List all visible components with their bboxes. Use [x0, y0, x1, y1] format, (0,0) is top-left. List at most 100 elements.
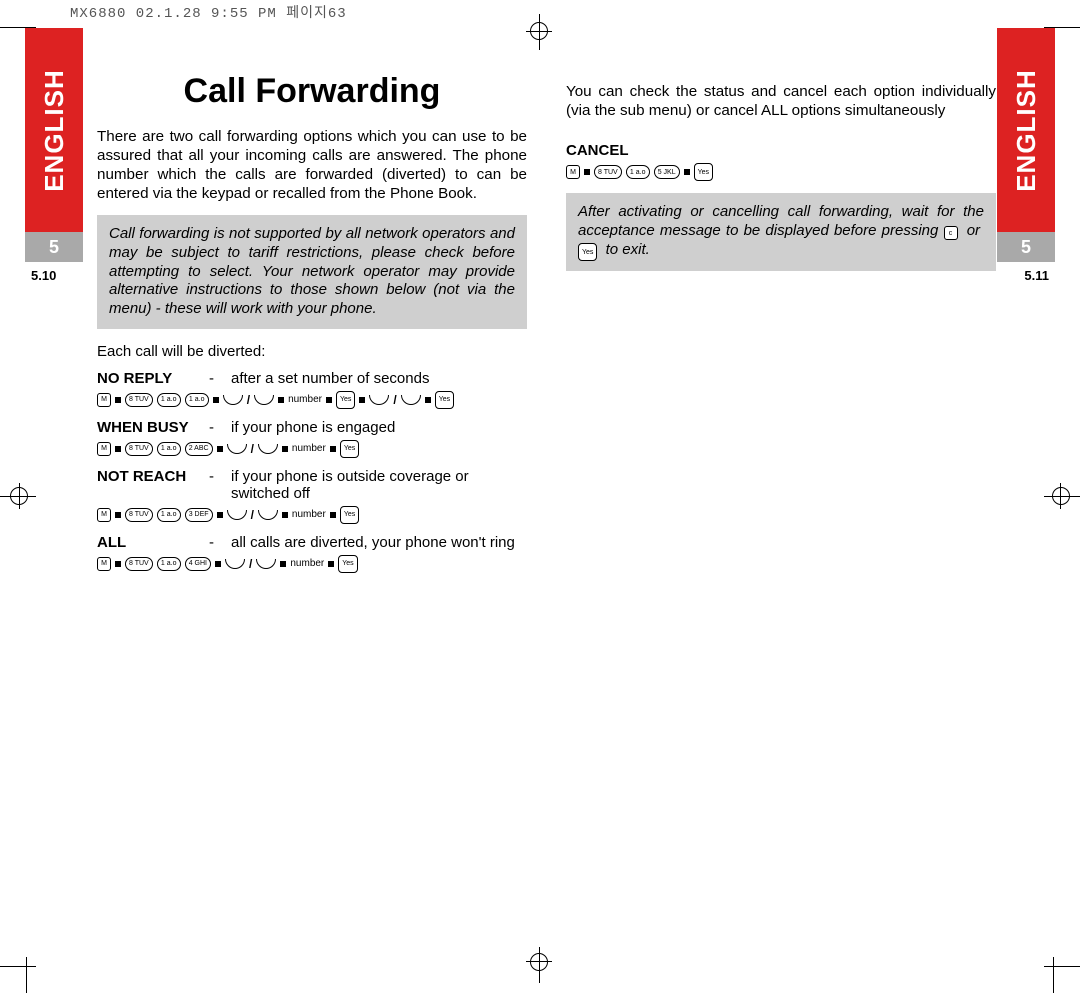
digit-key-icon: 1 a.o [185, 393, 209, 407]
one-key-icon: 1 a.o [626, 165, 650, 179]
dot-icon [115, 446, 121, 452]
dot-icon [213, 397, 219, 403]
dot-icon [326, 397, 332, 403]
eight-key-icon: 8 TUV [125, 393, 153, 407]
dot-icon [217, 512, 223, 518]
dot-icon [280, 561, 286, 567]
option-name: NO REPLY [97, 370, 209, 387]
menu-key-icon: M [97, 393, 111, 407]
dot-icon [278, 397, 284, 403]
one-key-icon: 1 a.o [157, 442, 181, 456]
option-desc: all calls are diverted, your phone won't… [231, 534, 527, 551]
note-right-text1: After activating or cancelling call forw… [578, 203, 984, 239]
option-name: WHEN BUSY [97, 419, 209, 436]
eight-key-icon: 8 TUV [594, 165, 622, 179]
option-desc: after a set number of seconds [231, 370, 527, 387]
dot-icon [217, 446, 223, 452]
softkey-icon [225, 559, 245, 569]
yes-key-icon: Yes [578, 243, 597, 261]
softkey-icon [227, 444, 247, 454]
keyseq-no-reply: M 8 TUV 1 a.o 1 a.o / number Yes / Yes [97, 391, 527, 409]
left-section-block: 5 [25, 232, 83, 262]
left-page: Call Forwarding There are two call forwa… [97, 72, 527, 573]
note-box-right: After activating or cancelling call forw… [566, 193, 996, 271]
dot-icon [359, 397, 365, 403]
left-language-block: ENGLISH [25, 28, 83, 232]
softkey-icon [369, 395, 389, 405]
right-section-label: 5 [1021, 237, 1031, 258]
softkey-icon [258, 510, 278, 520]
right-sidebar: ENGLISH 5 5.11 [997, 28, 1055, 283]
dot-icon [282, 446, 288, 452]
right-section-block: 5 [997, 232, 1055, 262]
status-paragraph: You can check the status and cancel each… [566, 82, 996, 120]
left-sidebar: ENGLISH 5 5.10 [25, 28, 83, 283]
digit-key-icon: 4 GHI [185, 557, 211, 571]
menu-key-icon: M [97, 442, 111, 456]
c-key-icon: c [944, 226, 958, 240]
dot-icon [115, 561, 121, 567]
option-name: NOT REACH [97, 468, 209, 502]
note-box-left: Call forwarding is not supported by all … [97, 215, 527, 329]
yes-key-icon: Yes [338, 555, 357, 573]
dot-icon [684, 169, 690, 175]
number-text: number [292, 443, 326, 454]
menu-key-icon: M [97, 557, 111, 571]
yes-key-icon: Yes [340, 506, 359, 524]
option-not-reach: NOT REACH - if your phone is outside cov… [97, 468, 527, 502]
softkey-icon [258, 444, 278, 454]
right-page: You can check the status and cancel each… [566, 72, 996, 283]
keyseq-all: M 8 TUV 1 a.o 4 GHI / number Yes [97, 555, 527, 573]
option-desc: if your phone is outside coverage or swi… [231, 468, 527, 502]
dot-icon [215, 561, 221, 567]
softkey-icon [401, 395, 421, 405]
note-right-or: or [967, 222, 980, 239]
option-name: ALL [97, 534, 209, 551]
slash-icon: / [251, 508, 254, 522]
keyseq-cancel: M 8 TUV 1 a.o 5 JKL Yes [566, 163, 996, 181]
eight-key-icon: 8 TUV [125, 508, 153, 522]
eight-key-icon: 8 TUV [125, 557, 153, 571]
left-language-label: ENGLISH [39, 69, 70, 192]
dot-icon [584, 169, 590, 175]
one-key-icon: 1 a.o [157, 508, 181, 522]
page-title: Call Forwarding [97, 72, 527, 111]
dot-icon [328, 561, 334, 567]
five-key-icon: 5 JKL [654, 165, 680, 179]
menu-key-icon: M [97, 508, 111, 522]
slash-icon: / [247, 393, 250, 407]
dot-icon [425, 397, 431, 403]
dot-icon [115, 512, 121, 518]
option-when-busy: WHEN BUSY - if your phone is engaged [97, 419, 527, 436]
dot-icon [330, 512, 336, 518]
keyseq-when-busy: M 8 TUV 1 a.o 2 ABC / number Yes [97, 440, 527, 458]
yes-key-icon: Yes [336, 391, 355, 409]
eight-key-icon: 8 TUV [125, 442, 153, 456]
note-right-toexit: to exit. [606, 241, 650, 258]
keyseq-not-reach: M 8 TUV 1 a.o 3 DEF / number Yes [97, 506, 527, 524]
right-language-label: ENGLISH [1011, 69, 1042, 192]
left-section-label: 5 [49, 237, 59, 258]
yes-key-icon: Yes [435, 391, 454, 409]
option-no-reply: NO REPLY - after a set number of seconds [97, 370, 527, 387]
one-key-icon: 1 a.o [157, 557, 181, 571]
yes-key-icon: Yes [694, 163, 713, 181]
number-text: number [288, 394, 322, 405]
right-language-block: ENGLISH [997, 28, 1055, 232]
softkey-icon [256, 559, 276, 569]
yes-key-icon: Yes [340, 440, 359, 458]
menu-key-icon: M [566, 165, 580, 179]
right-page-number: 5.11 [997, 262, 1055, 283]
slash-icon: / [249, 557, 252, 571]
number-text: number [290, 558, 324, 569]
header-stamp: MX6880 02.1.28 9:55 PM 페이지63 [70, 2, 347, 22]
cancel-heading: Cancel [566, 142, 996, 159]
softkey-icon [227, 510, 247, 520]
softkey-icon [254, 395, 274, 405]
digit-key-icon: 2 ABC [185, 442, 213, 456]
dot-icon [330, 446, 336, 452]
digit-key-icon: 3 DEF [185, 508, 213, 522]
dot-icon [115, 397, 121, 403]
slash-icon: / [251, 442, 254, 456]
one-key-icon: 1 a.o [157, 393, 181, 407]
